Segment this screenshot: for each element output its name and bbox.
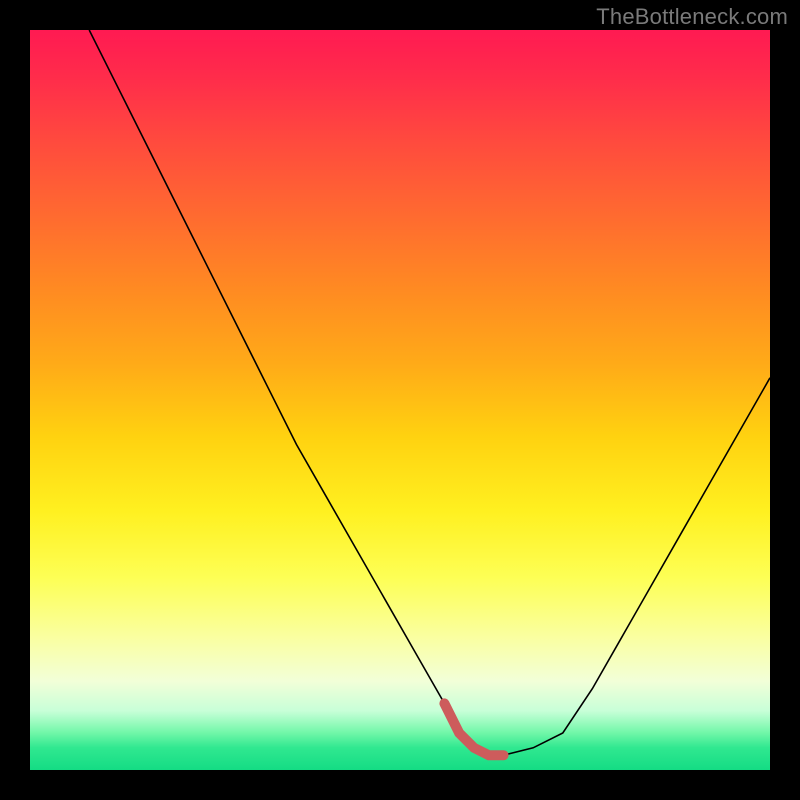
- curve-path: [89, 30, 770, 755]
- chart-frame: TheBottleneck.com: [0, 0, 800, 800]
- bottleneck-curve: [30, 30, 770, 770]
- watermark-text: TheBottleneck.com: [596, 4, 788, 30]
- curve-highlight: [444, 703, 503, 755]
- plot-area: [30, 30, 770, 770]
